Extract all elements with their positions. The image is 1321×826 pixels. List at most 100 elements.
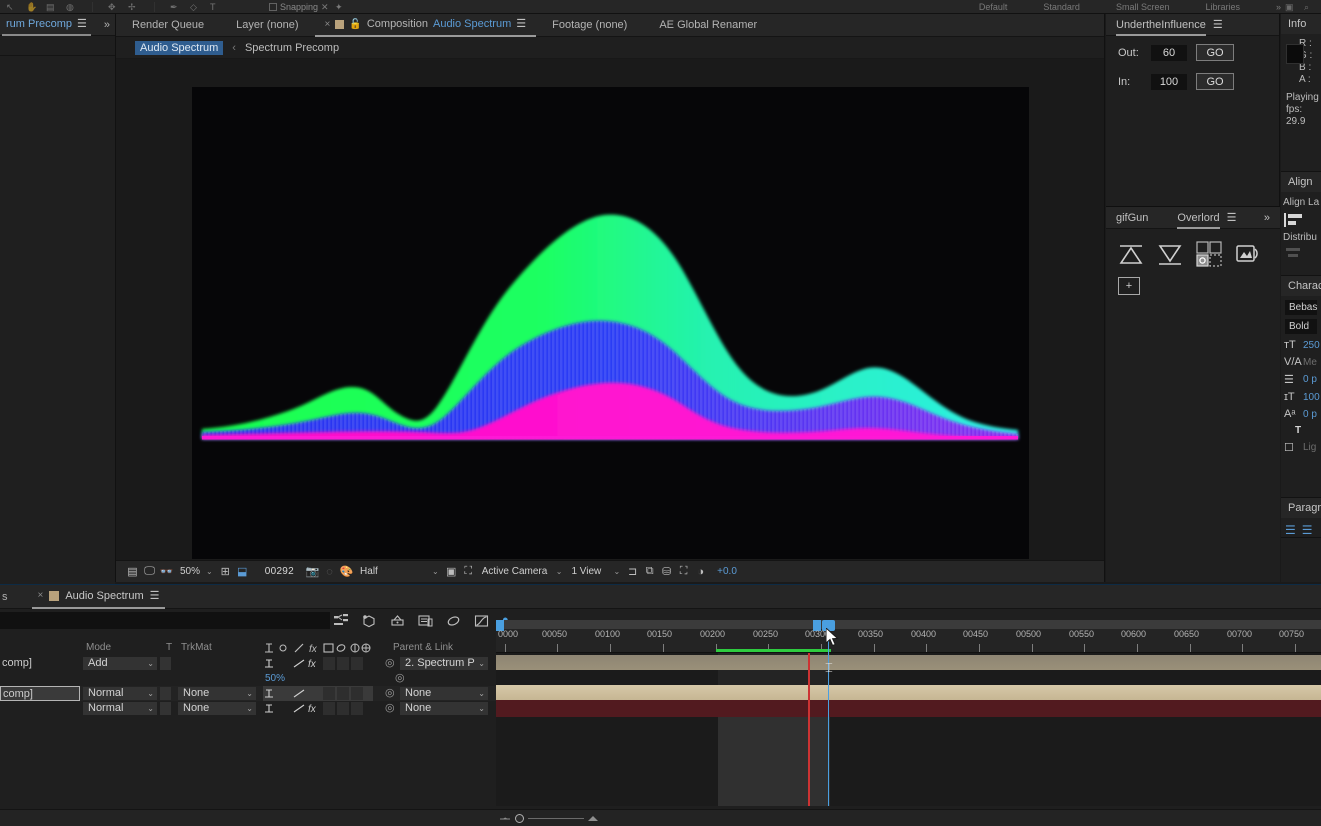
layer-switches-3[interactable]: fx bbox=[263, 701, 373, 716]
project-tab-spectrum-precomp[interactable]: rum Precomp ☰ bbox=[2, 14, 91, 36]
zoom-slider-knob[interactable] bbox=[515, 813, 524, 823]
composition-mini-flowchart-icon[interactable] bbox=[334, 613, 349, 629]
resolution-value[interactable]: Half bbox=[355, 566, 431, 577]
breadcrumb-item-spectrum-precomp[interactable]: Spectrum Precomp bbox=[245, 42, 339, 54]
baseline-shift-value[interactable]: 0 p bbox=[1303, 409, 1317, 420]
timeline-zoom-slider[interactable] bbox=[500, 813, 598, 823]
exposure-value[interactable]: +0.0 bbox=[717, 566, 737, 577]
table-row[interactable]: Normal ⌄ None ⌄ fx ◎ None ⌄ bbox=[0, 701, 496, 716]
current-time-indicator-head[interactable] bbox=[822, 620, 835, 631]
parent-pickwhip-3[interactable]: ◎ bbox=[385, 701, 395, 716]
magnification-value[interactable]: 50% bbox=[175, 566, 205, 577]
tab-composition-audio-spectrum[interactable]: × 🔓 Composition Audio Spectrum ☰ bbox=[314, 13, 537, 37]
orbit-tool-icon[interactable]: ◍ bbox=[66, 2, 77, 12]
toggle-view-layout-icon[interactable]: 🖵 bbox=[141, 565, 158, 578]
timeline-ruler[interactable]: 0000 00050 00100 00150 00200 00250 00300… bbox=[496, 620, 1321, 653]
frame-blending-icon[interactable] bbox=[418, 614, 433, 629]
out-go-button[interactable]: GO bbox=[1196, 44, 1234, 61]
fast-previews-icon[interactable]: ⛶ bbox=[460, 565, 477, 578]
opacity-value[interactable]: 50% bbox=[265, 671, 285, 686]
close-icon[interactable]: × bbox=[38, 590, 44, 601]
align-left-paragraph-icon[interactable]: ☰ bbox=[1285, 523, 1296, 537]
workspace-tab-default[interactable]: Default bbox=[979, 2, 1008, 12]
duplicate-icon[interactable] bbox=[1235, 241, 1261, 267]
comp-flowchart-icon[interactable]: ⛶ bbox=[675, 565, 692, 578]
toggle-3d-glasses-icon[interactable]: 👓 bbox=[158, 565, 175, 578]
grid-guides-icon[interactable]: ⬓ bbox=[234, 565, 251, 578]
show-snapshot-icon[interactable]: ◌ bbox=[321, 566, 338, 578]
roto-brush-tool-icon[interactable]: ✕ bbox=[321, 2, 332, 12]
motion-blur-icon[interactable] bbox=[446, 614, 461, 629]
workspace-tab-libraries[interactable]: Libraries bbox=[1205, 2, 1240, 12]
chevron-double-right-icon[interactable]: » bbox=[104, 19, 115, 31]
work-area-indicator[interactable] bbox=[716, 649, 831, 652]
layer-mode-3[interactable]: Normal ⌄ bbox=[83, 702, 157, 715]
close-icon[interactable]: × bbox=[325, 13, 331, 36]
in-input[interactable]: 100 bbox=[1151, 73, 1187, 90]
layer-mode-1[interactable]: Add ⌄ bbox=[83, 657, 157, 670]
shape-tool-icon[interactable]: ◇ bbox=[190, 2, 201, 12]
layer-bar-2[interactable] bbox=[496, 685, 1321, 700]
chevron-down-icon[interactable]: ⌄ bbox=[205, 567, 217, 576]
property-row-opacity[interactable]: 50% ◎ bbox=[0, 671, 496, 686]
snapshot-icon[interactable]: 📷 bbox=[304, 565, 321, 578]
selection-tool-icon[interactable]: ↖ bbox=[6, 2, 17, 12]
chevron-down-icon[interactable]: ⌄ bbox=[555, 567, 567, 576]
hamburger-icon[interactable]: ☰ bbox=[1227, 211, 1237, 224]
layer-name-1[interactable]: comp] bbox=[0, 656, 80, 671]
pen-tool-icon[interactable]: ✒ bbox=[170, 2, 181, 12]
dolly-tool-icon[interactable]: ✢ bbox=[128, 2, 139, 12]
layer-mode-2[interactable]: Normal ⌄ bbox=[83, 687, 157, 700]
draft-3d-icon[interactable] bbox=[362, 614, 377, 629]
chevron-down-icon[interactable]: ⌄ bbox=[431, 567, 443, 576]
workspace-tab-small-screen[interactable]: Small Screen bbox=[1116, 2, 1170, 12]
tab-overlord[interactable]: Overlord bbox=[1177, 207, 1220, 229]
hamburger-icon[interactable]: ☰ bbox=[77, 13, 87, 35]
zoom-in-icon[interactable] bbox=[588, 815, 598, 821]
layer-t-3[interactable] bbox=[160, 702, 171, 715]
type-tool-icon[interactable]: T bbox=[210, 2, 221, 12]
settings-icon[interactable] bbox=[1196, 241, 1222, 267]
zoom-out-icon[interactable] bbox=[500, 815, 511, 821]
region-of-interest-icon[interactable]: ⊞ bbox=[217, 565, 234, 578]
project-search-row[interactable] bbox=[0, 36, 115, 56]
current-timecode[interactable]: 00292 bbox=[265, 566, 294, 577]
hide-shy-layers-icon[interactable] bbox=[390, 614, 405, 629]
layer-switches-2[interactable] bbox=[263, 686, 373, 701]
composition-canvas[interactable] bbox=[191, 87, 1029, 559]
layer-t-1[interactable] bbox=[160, 657, 171, 670]
chevron-double-right-icon[interactable]: » bbox=[1264, 212, 1270, 224]
tab-footage[interactable]: Footage (none) bbox=[536, 14, 643, 37]
camera-value[interactable]: Active Camera bbox=[477, 566, 555, 577]
layer-bar-3[interactable] bbox=[496, 700, 1321, 717]
workspace-tab-standard[interactable]: Standard bbox=[1043, 2, 1080, 12]
pan-tool-icon[interactable]: ✥ bbox=[108, 2, 119, 12]
toggle-alpha-icon[interactable]: ▣ bbox=[443, 565, 460, 578]
leading-value[interactable]: 0 p bbox=[1303, 374, 1317, 385]
breadcrumb-item-audio-spectrum[interactable]: Audio Spectrum bbox=[135, 40, 224, 55]
puppet-tool-icon[interactable]: ✦ bbox=[335, 2, 346, 12]
out-input[interactable]: 60 bbox=[1151, 44, 1187, 61]
table-row[interactable]: comp] Add ⌄ fx ◎ 2. Spectrum P ⌄ bbox=[0, 656, 496, 671]
workspace-overflow-icon[interactable]: » bbox=[1276, 2, 1281, 12]
parent-pickwhip-2[interactable]: ◎ bbox=[385, 686, 395, 701]
tab-render-queue[interactable]: Render Queue bbox=[116, 14, 220, 37]
align-left-icon[interactable] bbox=[1281, 211, 1321, 227]
snapping-checkbox[interactable] bbox=[269, 2, 277, 11]
tab-layer[interactable]: Layer (none) bbox=[220, 14, 314, 37]
hamburger-icon[interactable]: ☰ bbox=[150, 589, 160, 602]
in-go-button[interactable]: GO bbox=[1196, 73, 1234, 90]
hamburger-icon[interactable]: ☰ bbox=[516, 13, 526, 36]
table-row[interactable]: comp] Normal ⌄ None ⌄ ◎ None ⌄ bbox=[0, 686, 496, 701]
timeline-tracks[interactable]: ⌶ bbox=[496, 620, 1321, 806]
search-input[interactable] bbox=[0, 612, 330, 629]
hamburger-icon[interactable]: ☰ bbox=[1213, 18, 1223, 31]
layer-parent-3[interactable]: None ⌄ bbox=[400, 702, 488, 715]
font-size-value[interactable]: 250 bbox=[1303, 340, 1320, 351]
lock-icon[interactable]: 🔓 bbox=[349, 13, 361, 36]
faux-bold-icon[interactable]: T bbox=[1295, 425, 1301, 436]
send-to-after-effects-icon[interactable] bbox=[1157, 241, 1183, 267]
font-style-select[interactable]: Bold bbox=[1285, 319, 1317, 334]
search-icon[interactable]: ⌕ bbox=[1304, 2, 1315, 12]
layer-parent-2[interactable]: None ⌄ bbox=[400, 687, 488, 700]
